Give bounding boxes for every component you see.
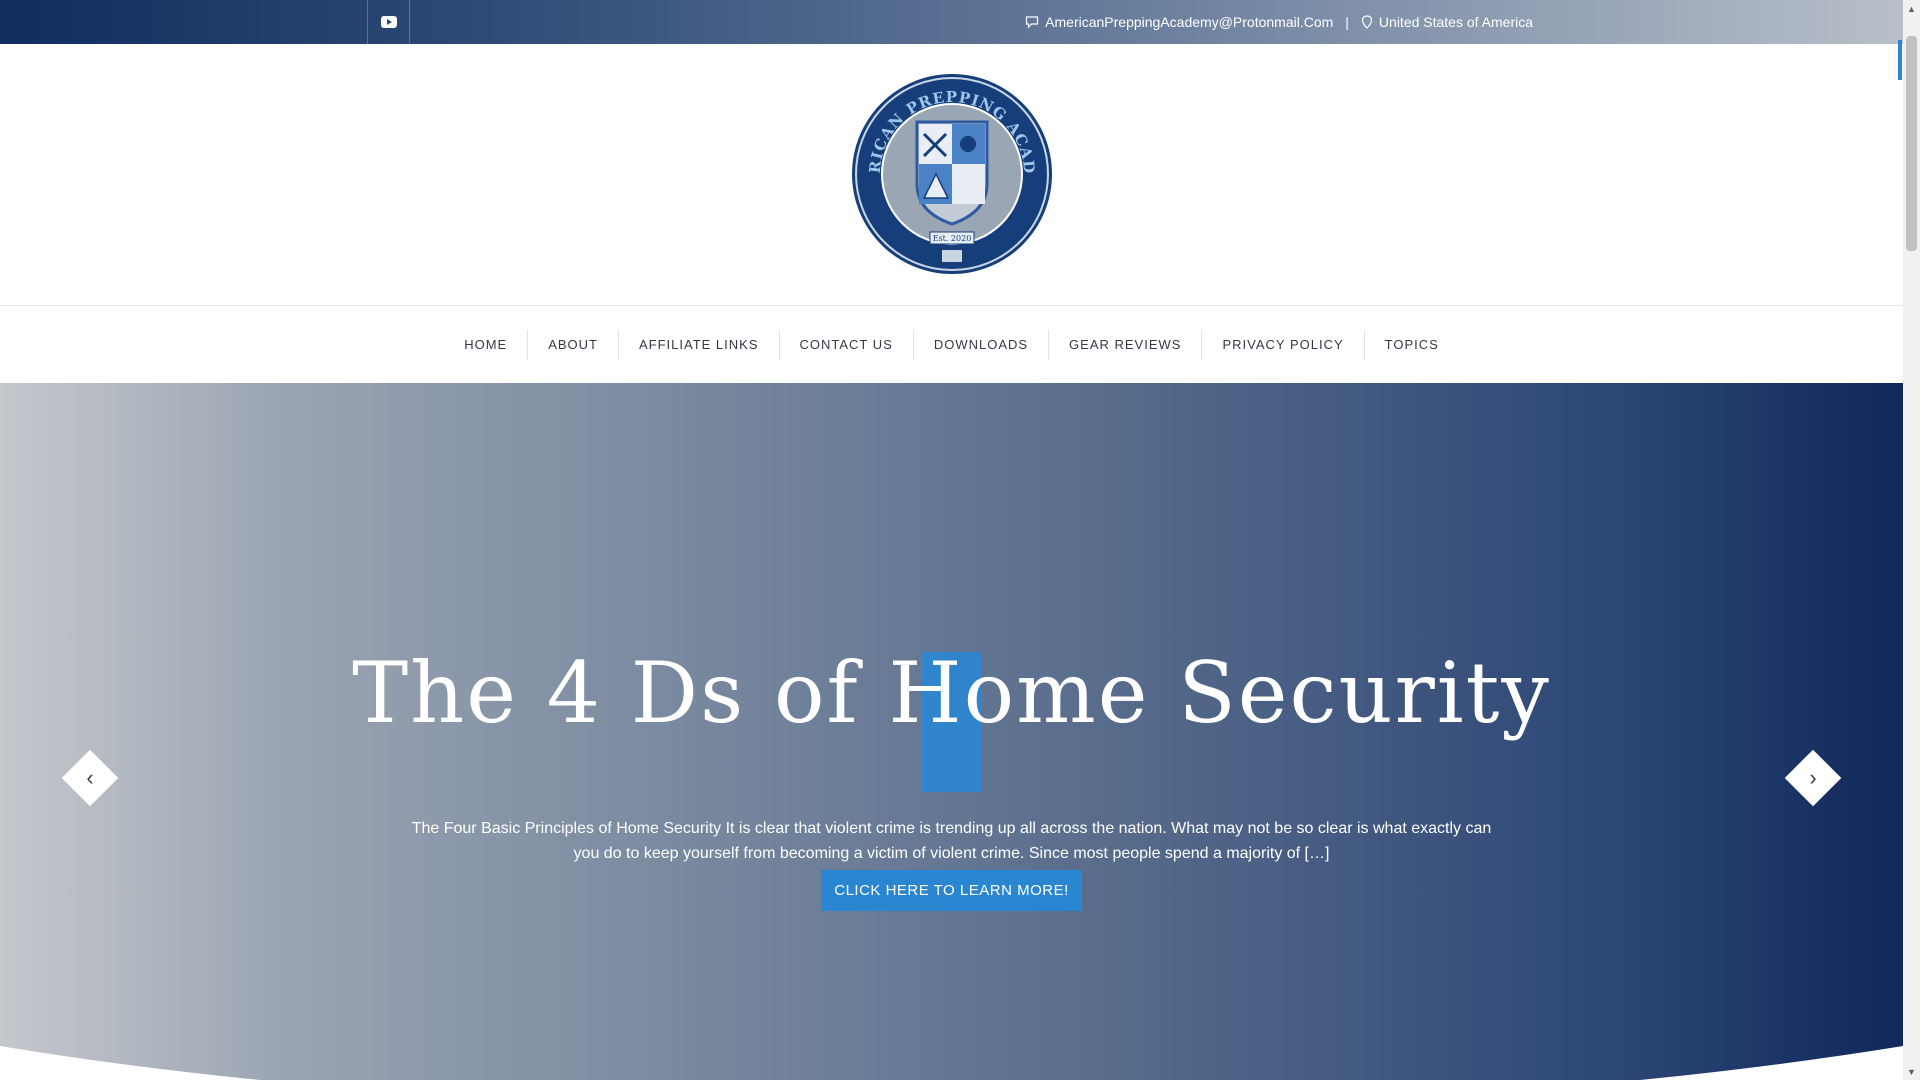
hero-bottom-curve — [0, 1046, 1903, 1080]
page-scrollbar[interactable]: ▲ ▼ — [1903, 0, 1920, 1080]
nav-item-affiliate-links[interactable]: AFFILIATE LINKS — [617, 329, 779, 360]
hero-description: The Four Basic Principles of Home Securi… — [411, 820, 1492, 862]
slider-next-button[interactable]: › — [1784, 749, 1842, 807]
main-navigation: HOME ABOUT AFFILIATE LINKS CONTACT US DO… — [0, 306, 1903, 383]
logo-established: Est. 2020 — [933, 234, 972, 243]
contact-info: AmericanPreppingAcademy@Protonmail.Com |… — [1025, 0, 1533, 44]
hero-title: The 4 Ds of Home Security — [352, 644, 1551, 742]
site-header: AMERICAN PREPPING ACADEMY Est. 2020 — [0, 44, 1903, 306]
scroll-down-icon[interactable]: ▼ — [1903, 1063, 1920, 1080]
nav-item-gear-reviews[interactable]: GEAR REVIEWS — [1048, 329, 1201, 360]
youtube-link[interactable] — [367, 0, 410, 44]
academy-logo[interactable]: AMERICAN PREPPING ACADEMY Est. 2020 — [850, 72, 1054, 276]
learn-more-button[interactable]: CLICK HERE TO LEARN MORE! — [821, 870, 1082, 911]
scrollbar-thumb[interactable] — [1906, 36, 1917, 251]
top-bar: AmericanPreppingAcademy@Protonmail.Com |… — [0, 0, 1903, 44]
scroll-up-icon[interactable]: ▲ — [1903, 0, 1920, 17]
location-text: United States of America — [1378, 14, 1533, 30]
youtube-icon — [380, 16, 397, 28]
nav-item-contact-us[interactable]: CONTACT US — [778, 329, 913, 360]
chevron-left-icon: ‹ — [86, 765, 94, 790]
slider-prev-button[interactable]: ‹ — [61, 749, 119, 807]
nav-item-topics[interactable]: TOPICS — [1363, 329, 1459, 360]
email-link[interactable]: AmericanPreppingAcademy@Protonmail.Com — [1045, 14, 1333, 30]
chevron-right-icon: › — [1809, 765, 1817, 790]
nav-item-downloads[interactable]: DOWNLOADS — [912, 329, 1048, 360]
hero-title-wrap: The 4 Ds of Home Security — [0, 651, 1903, 735]
nav-item-home[interactable]: HOME — [444, 330, 527, 360]
scroll-progress-indicator — [1898, 40, 1902, 80]
map-pin-icon — [1361, 15, 1373, 29]
nav-item-about[interactable]: ABOUT — [527, 329, 618, 360]
hero-slider: The 4 Ds of Home Security The Four Basic… — [0, 383, 1903, 1080]
nav-item-privacy-policy[interactable]: PRIVACY POLICY — [1201, 329, 1363, 360]
contact-separator: | — [1345, 14, 1349, 30]
chat-bubble-icon — [1026, 16, 1039, 29]
